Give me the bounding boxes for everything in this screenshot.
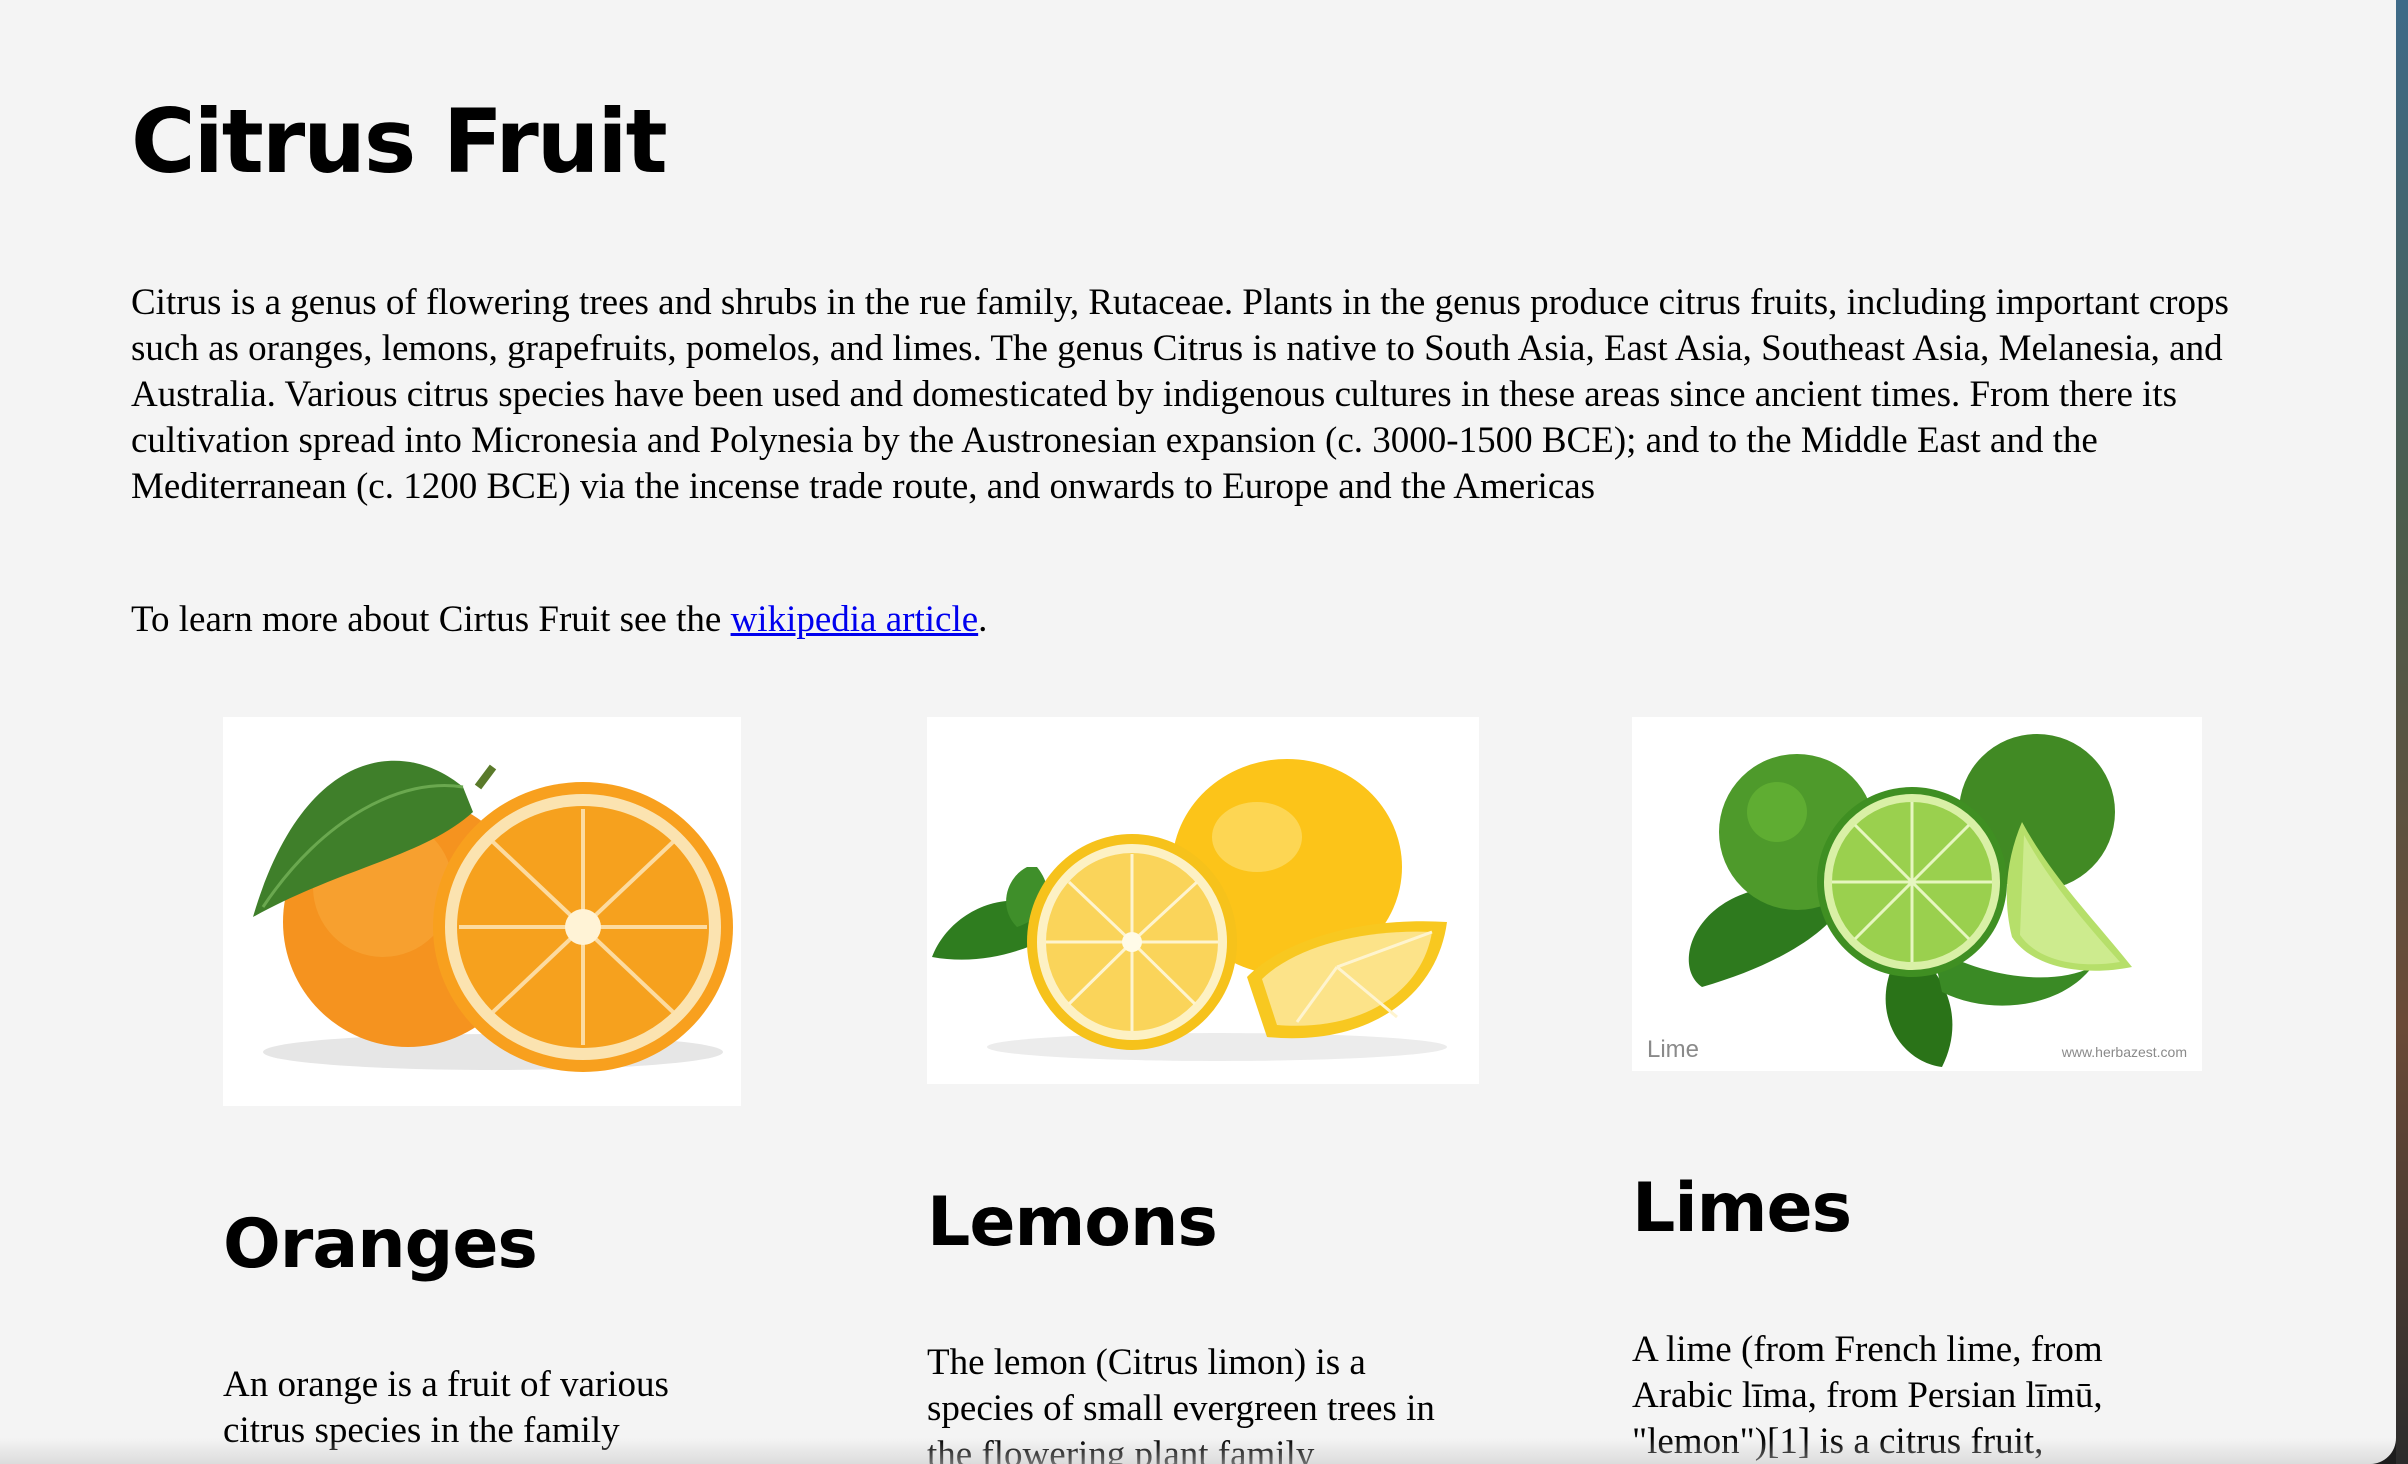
lime-image-watermark: www.herbazest.com: [2061, 1044, 2187, 1060]
lime-image-caption: Lime: [1647, 1036, 1699, 1063]
card-oranges: Oranges An orange is a fruit of various …: [223, 717, 743, 1464]
page-title: Citrus Fruit: [131, 90, 668, 193]
lime-illustration: Lime www.herbazest.com: [1647, 734, 2187, 1067]
orange-illustration: [253, 760, 733, 1072]
viewport-bottom-shadow: [0, 1438, 2396, 1464]
learn-more-prefix: To learn more about Cirtus Fruit see the: [131, 599, 731, 640]
desktop-background-edge: [2396, 0, 2408, 1464]
intro-paragraph: Citrus is a genus of flowering trees and…: [131, 282, 2229, 507]
card-lemons: Lemons The lemon (Citrus limon) is a spe…: [927, 717, 1487, 1464]
learn-more-suffix: .: [978, 599, 988, 640]
lemons-heading: Lemons: [927, 1183, 1218, 1262]
learn-more-line: To learn more about Cirtus Fruit see the…: [131, 597, 987, 643]
lemon-illustration: [932, 759, 1447, 1061]
lemon-image: [927, 717, 1479, 1084]
limes-heading: Limes: [1632, 1169, 1852, 1248]
orange-image: [223, 717, 741, 1106]
wikipedia-link[interactable]: wikipedia article: [731, 599, 979, 640]
lime-image: Lime www.herbazest.com: [1632, 717, 2202, 1071]
oranges-heading: Oranges: [223, 1205, 538, 1284]
card-limes: Lime www.herbazest.com Limes A lime (fro…: [1632, 717, 2212, 1464]
browser-viewport: Citrus Fruit Citrus is a genus of flower…: [0, 0, 2396, 1464]
